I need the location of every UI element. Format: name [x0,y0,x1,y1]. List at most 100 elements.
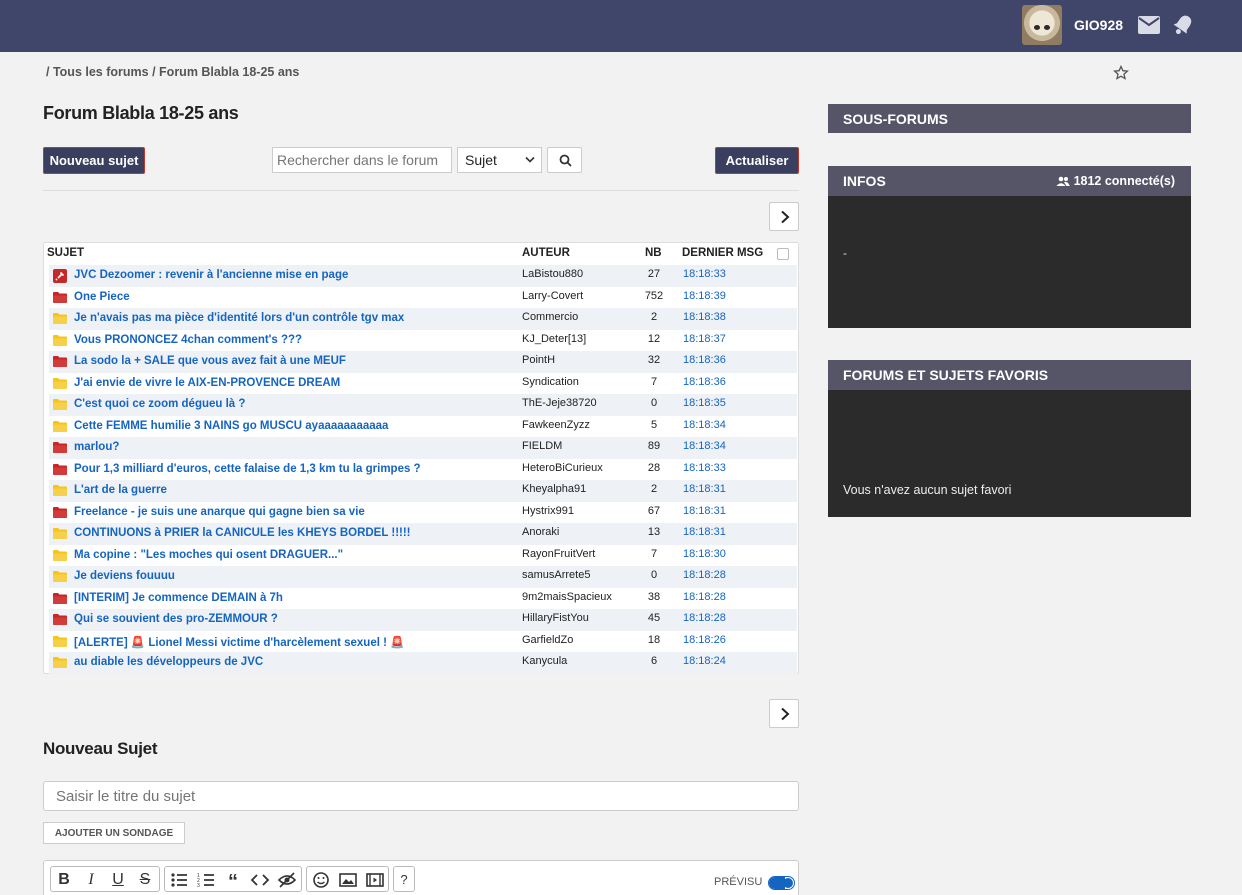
italic-icon[interactable]: I [81,871,101,889]
refresh-button[interactable]: Actualiser [715,147,799,174]
mail-icon[interactable] [1137,15,1161,35]
table-row[interactable]: Je n'avais pas ma pièce d'identité lors … [49,308,797,330]
topic-title-link[interactable]: Je n'avais pas ma pièce d'identité lors … [74,312,404,324]
topic-title-link[interactable]: JVC Dezoomer : revenir à l'ancienne mise… [74,269,348,281]
topic-author[interactable]: Commercio [522,311,578,323]
topic-author[interactable]: HillaryFistYou [522,612,589,624]
add-poll-button[interactable]: AJOUTER UN SONDAGE [43,822,185,844]
table-row[interactable]: Pour 1,3 milliard d'euros, cette falaise… [49,459,797,481]
topic-author[interactable]: KJ_Deter[13] [522,333,586,345]
topic-author[interactable]: Kanycula [522,655,567,667]
topic-title-link[interactable]: Je deviens fouuuu [74,570,175,582]
topic-last-message-link[interactable]: 18:18:36 [683,376,726,388]
topic-author[interactable]: Kheyalpha91 [522,483,586,495]
topic-title-link[interactable]: La sodo la + SALE que vous avez fait à u… [74,355,346,367]
spoiler-icon[interactable] [277,871,297,889]
topic-title-link[interactable]: Freelance - je suis une anarque qui gagn… [74,506,365,518]
strikethrough-icon[interactable]: S [135,871,155,889]
topic-last-message-link[interactable]: 18:18:38 [683,311,726,323]
table-row[interactable]: La sodo la + SALE que vous avez fait à u… [49,351,797,373]
table-row[interactable]: Je deviens fouuuu samusArrete5 0 18:18:28 [49,566,797,588]
table-row[interactable]: Cette FEMME humilie 3 NAINS go MUSCU aya… [49,416,797,438]
topic-author[interactable]: Anoraki [522,526,559,538]
topic-last-message-link[interactable]: 18:18:34 [683,419,726,431]
connected-count[interactable]: 1812 connecté(s) [1056,174,1175,188]
topic-title-link[interactable]: marlou? [74,441,119,453]
topic-last-message-link[interactable]: 18:18:24 [683,655,726,667]
topic-author[interactable]: Syndication [522,376,579,388]
topic-last-message-link[interactable]: 18:18:39 [683,290,726,302]
topic-author[interactable]: RayonFruitVert [522,548,595,560]
topic-last-message-link[interactable]: 18:18:28 [683,569,726,581]
topic-last-message-link[interactable]: 18:18:31 [683,526,726,538]
image-icon[interactable] [338,871,358,889]
table-row[interactable]: Ma copine : "Les moches qui osent DRAGUE… [49,545,797,567]
table-row[interactable]: [ALERTE] 🚨 Lionel Messi victime d'harcèl… [49,631,797,653]
topic-title-link[interactable]: [INTERIM] Je commence DEMAIN à 7h [74,592,283,604]
topic-author[interactable]: FawkeenZyzz [522,419,590,431]
topic-last-message-link[interactable]: 18:18:31 [683,483,726,495]
topic-last-message-link[interactable]: 18:18:28 [683,612,726,624]
table-row[interactable]: L'art de la guerre Kheyalpha91 2 18:18:31 [49,480,797,502]
topic-author[interactable]: HeteroBiCurieux [522,462,603,474]
breadcrumb-all-forums[interactable]: Tous les forums [53,65,149,79]
topic-author[interactable]: 9m2maisSpacieux [522,591,612,603]
preview-toggle[interactable] [768,876,795,890]
table-row[interactable]: C'est quoi ce zoom dégueu là ? ThE-Jeje38… [49,394,797,416]
table-row[interactable]: Qui se souvient des pro-ZEMMOUR ? Hillary… [49,609,797,631]
topic-last-message-link[interactable]: 18:18:31 [683,505,726,517]
emoji-icon[interactable] [311,871,331,889]
help-icon[interactable]: ? [394,871,414,889]
table-row[interactable]: One Piece Larry-Covert 752 18:18:39 [49,287,797,309]
next-page-button[interactable] [769,202,799,231]
topic-last-message-link[interactable]: 18:18:37 [683,333,726,345]
bold-icon[interactable]: B [54,871,74,889]
topic-last-message-link[interactable]: 18:18:35 [683,397,726,409]
topic-title-link[interactable]: Cette FEMME humilie 3 NAINS go MUSCU aya… [74,420,388,432]
topic-author[interactable]: ThE-Jeje38720 [522,397,597,409]
topic-title-input[interactable] [43,781,799,811]
table-row[interactable]: au diable les développeurs de JVC Kanycul… [49,652,797,674]
topic-title-link[interactable]: Pour 1,3 milliard d'euros, cette falaise… [74,463,421,475]
star-icon[interactable] [1113,65,1129,81]
table-row[interactable]: CONTINUONS à PRIER la CANICULE les KHEYS… [49,523,797,545]
topic-title-link[interactable]: Qui se souvient des pro-ZEMMOUR ? [74,613,278,625]
table-row[interactable]: marlou? FIELDM 89 18:18:34 [49,437,797,459]
topic-author[interactable]: GarfieldZo [522,634,573,646]
topic-title-link[interactable]: au diable les développeurs de JVC [74,656,263,668]
breadcrumb-current[interactable]: Forum Blabla 18-25 ans [159,65,299,79]
table-row[interactable]: Freelance - je suis une anarque qui gagn… [49,502,797,524]
table-row[interactable]: Vous PRONONCEZ 4chan comment's ??? KJ_Det… [49,330,797,352]
table-row[interactable]: J'ai envie de vivre le AIX-EN-PROVENCE D… [49,373,797,395]
topic-title-link[interactable]: CONTINUONS à PRIER la CANICULE les KHEYS… [74,527,411,539]
table-row[interactable]: JVC Dezoomer : revenir à l'ancienne mise… [49,265,797,287]
topic-title-link[interactable]: Ma copine : "Les moches qui osent DRAGUE… [74,549,343,561]
search-button[interactable] [547,147,582,173]
topic-author[interactable]: Larry-Covert [522,290,583,302]
topic-title-link[interactable]: C'est quoi ce zoom dégueu là ? [74,398,245,410]
topic-author[interactable]: Hystrix991 [522,505,574,517]
topic-author[interactable]: PointH [522,354,555,366]
code-icon[interactable] [250,871,270,889]
topic-last-message-link[interactable]: 18:18:33 [683,268,726,280]
topic-last-message-link[interactable]: 18:18:30 [683,548,726,560]
video-icon[interactable] [365,871,385,889]
next-page-button[interactable] [769,699,799,728]
topic-title-link[interactable]: [ALERTE] 🚨 Lionel Messi victime d'harcèl… [74,635,404,649]
topic-last-message-link[interactable]: 18:18:28 [683,591,726,603]
search-input[interactable] [272,147,452,173]
new-topic-button[interactable]: Nouveau sujet [43,147,145,174]
topic-title-link[interactable]: L'art de la guerre [74,484,167,496]
quote-icon[interactable]: “ [223,871,243,893]
search-scope-select[interactable]: Sujet [457,147,542,173]
topic-title-link[interactable]: Vous PRONONCEZ 4chan comment's ??? [74,334,302,346]
underline-icon[interactable]: U [108,871,128,889]
bullet-list-icon[interactable] [169,871,189,889]
topic-title-link[interactable]: One Piece [74,291,130,303]
topic-last-message-link[interactable]: 18:18:33 [683,462,726,474]
topic-last-message-link[interactable]: 18:18:34 [683,440,726,452]
topic-title-link[interactable]: J'ai envie de vivre le AIX-EN-PROVENCE D… [74,377,340,389]
select-all-checkbox[interactable] [777,248,789,260]
topic-author[interactable]: FIELDM [522,440,562,452]
topic-last-message-link[interactable]: 18:18:36 [683,354,726,366]
